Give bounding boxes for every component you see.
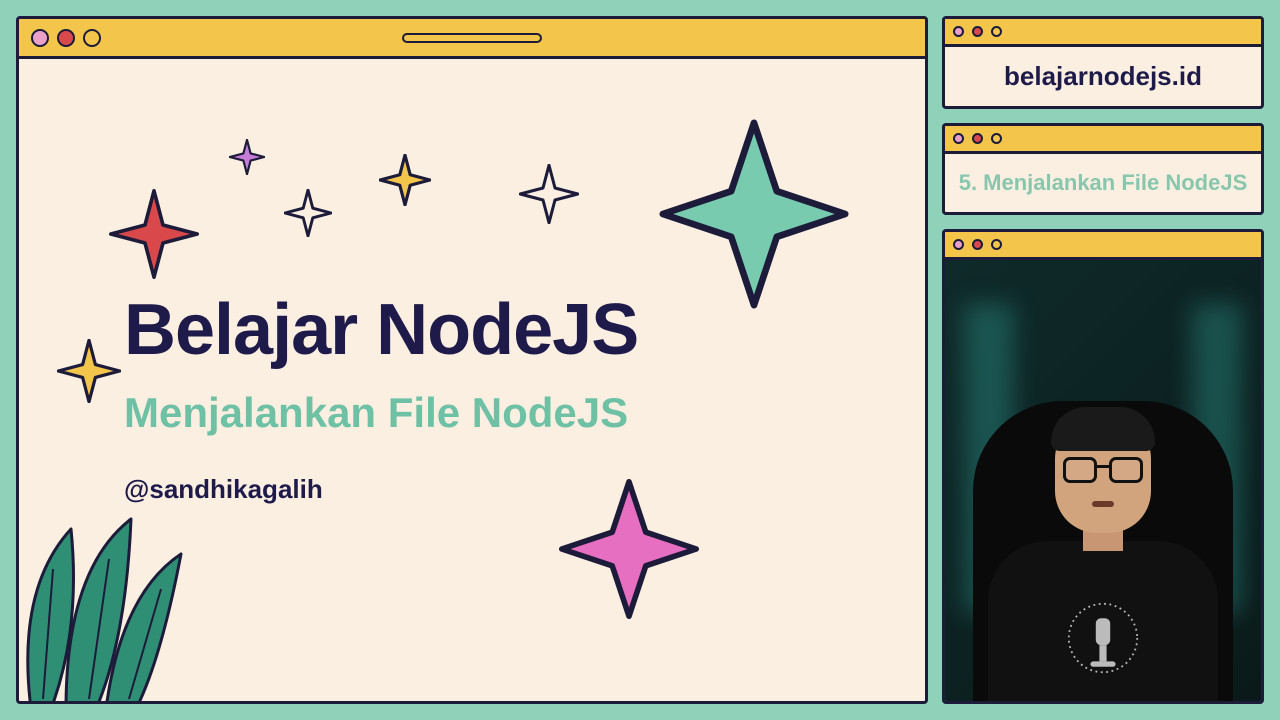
- page-root: Belajar NodeJS Menjalankan File NodeJS @…: [0, 0, 1280, 720]
- page-title: Belajar NodeJS: [124, 289, 638, 371]
- dot-red-icon: [972, 133, 983, 144]
- sparkle-outline-icon: [519, 164, 579, 229]
- site-window: belajarnodejs.id: [942, 16, 1264, 109]
- presenter-icon: [988, 411, 1218, 701]
- titlebar-handle-icon: [402, 33, 542, 43]
- webcam-feed: [945, 260, 1261, 701]
- site-body: belajarnodejs.id: [945, 47, 1261, 106]
- dot-yellow-icon: [83, 29, 101, 47]
- dot-pink-icon: [31, 29, 49, 47]
- sparkle-outline-small-icon: [284, 189, 332, 242]
- site-titlebar: [945, 19, 1261, 47]
- webcam-titlebar: [945, 232, 1261, 260]
- main-titlebar: [19, 19, 925, 59]
- dot-yellow-icon: [991, 26, 1002, 37]
- dot-pink-icon: [953, 239, 964, 250]
- sparkle-red-icon: [109, 189, 199, 284]
- dot-red-icon: [972, 239, 983, 250]
- traffic-lights: [31, 29, 101, 47]
- sparkle-violet-small-icon: [229, 139, 265, 180]
- sparkle-mint-large-icon: [659, 119, 849, 314]
- site-name: belajarnodejs.id: [957, 61, 1249, 92]
- sparkle-yellow-small-icon: [379, 154, 431, 211]
- sparkle-pink-icon: [559, 479, 699, 624]
- dot-yellow-icon: [991, 239, 1002, 250]
- page-subtitle: Menjalankan File NodeJS: [124, 389, 628, 437]
- side-column: belajarnodejs.id 5. Menjalankan File Nod…: [942, 16, 1264, 704]
- sparkle-yellow-left-icon: [57, 339, 121, 408]
- dot-red-icon: [972, 26, 983, 37]
- lesson-title: 5. Menjalankan File NodeJS: [957, 168, 1249, 198]
- dot-yellow-icon: [991, 133, 1002, 144]
- main-window: Belajar NodeJS Menjalankan File NodeJS @…: [16, 16, 928, 704]
- dot-red-icon: [57, 29, 75, 47]
- shirt-graphic-icon: [1058, 593, 1148, 683]
- main-body: Belajar NodeJS Menjalankan File NodeJS @…: [19, 59, 925, 701]
- dot-pink-icon: [953, 26, 964, 37]
- webcam-window: [942, 229, 1264, 704]
- plant-icon: [16, 499, 211, 704]
- lesson-titlebar: [945, 126, 1261, 154]
- dot-pink-icon: [953, 133, 964, 144]
- lesson-window: 5. Menjalankan File NodeJS: [942, 123, 1264, 215]
- lesson-body: 5. Menjalankan File NodeJS: [945, 154, 1261, 212]
